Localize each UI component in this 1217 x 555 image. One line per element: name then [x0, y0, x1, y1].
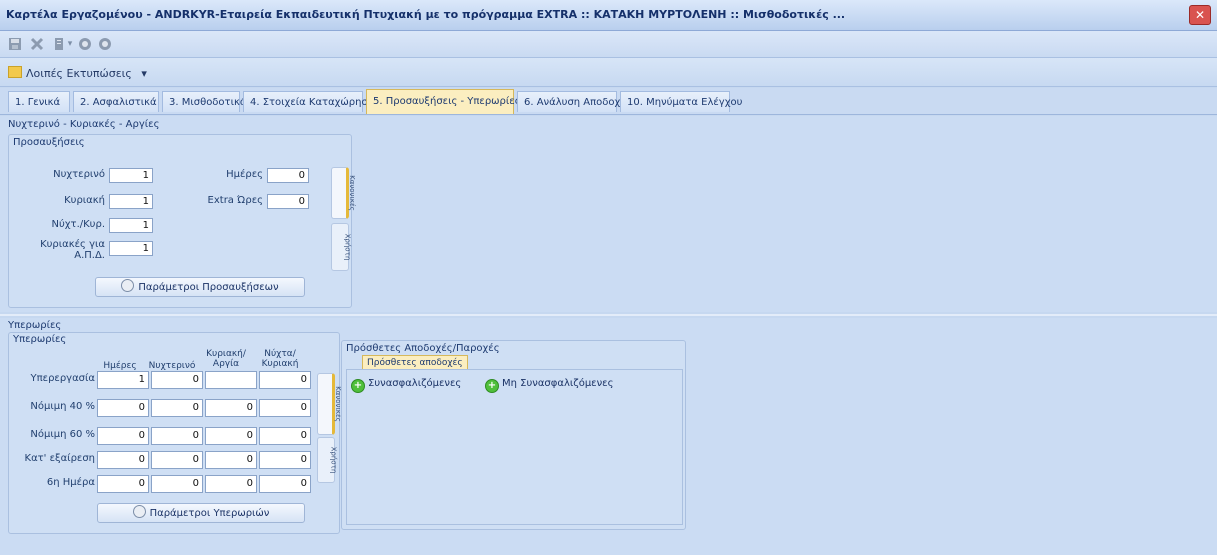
window-title: Καρτέλα Εργαζομένου - ANDRKYR-Εταιρεία Ε… [6, 8, 846, 21]
document-icon[interactable] [52, 37, 66, 51]
days-input[interactable]: 0 [267, 168, 309, 183]
col-days: Ημέρες [103, 361, 137, 371]
extra-hours-input[interactable]: 0 [267, 194, 309, 209]
extra-earnings-group: Πρόσθετες Αποδοχές/Παροχές Πρόσθετες απο… [341, 340, 686, 530]
sundays-apd-input[interactable]: 1 [109, 241, 153, 256]
overtime-cell[interactable]: 0 [205, 451, 257, 469]
surcharges-group-title: Προσαυξήσεις [13, 137, 85, 148]
chevron-down-icon: ▾ [141, 67, 147, 80]
insured-label: Συνασφαλιζόμενες [368, 378, 462, 389]
tab-insurance[interactable]: 2. Ασφαλιστικά [73, 91, 159, 112]
tab-user-label: Χρήστη [343, 233, 352, 261]
tab-regular-vertical[interactable]: Κανονικές [317, 373, 342, 435]
night-section-header: Νυχτερινό - Κυριακές - Αργίες [8, 119, 160, 130]
overtime-cell[interactable]: 1 [97, 371, 149, 389]
extra-earnings-content: + Συνασφαλιζόμενες + Μη Συνασφαλιζόμενες [346, 369, 683, 525]
overtime-cell[interactable]: 0 [205, 399, 257, 417]
tab-check-messages[interactable]: 10. Μηνύματα Ελέγχου [620, 91, 742, 112]
forward-icon[interactable] [98, 37, 112, 51]
overtime-cell[interactable]: 0 [97, 451, 149, 469]
plus-icon: + [351, 379, 365, 393]
non-insured-label: Μη Συνασφαλιζόμενες [502, 378, 614, 389]
extra-earnings-tab[interactable]: Πρόσθετες αποδοχές [362, 355, 468, 370]
overtime-cell[interactable]: 0 [97, 427, 149, 445]
overtime-cell[interactable]: 0 [259, 427, 311, 445]
extra-hours-label: Extra Ώρες [207, 195, 263, 206]
overtime-cell[interactable]: 0 [151, 371, 203, 389]
tab-regular-vertical[interactable]: Κανονικές [331, 167, 356, 219]
tab-registration[interactable]: 4. Στοιχεία Καταχώρησης [243, 91, 380, 112]
col-night: Νυχτερινό [148, 361, 196, 371]
sunday-label: Κυριακή [64, 195, 105, 206]
overtime-section-header: Υπερωρίες [8, 320, 62, 331]
tab-general[interactable]: 1. Γενικά [8, 91, 70, 112]
overtime-cell[interactable]: 0 [259, 371, 311, 389]
night-sunday-label: Νύχτ./Κυρ. [51, 219, 105, 230]
night-label: Νυχτερινό [53, 169, 105, 180]
delete-icon[interactable] [30, 37, 44, 51]
close-button[interactable]: ✕ [1189, 5, 1211, 25]
surcharge-params-label: Παράμετροι Προσαυξήσεων [138, 282, 279, 293]
settings-icon [121, 279, 135, 292]
back-icon[interactable] [78, 37, 92, 51]
overtime-panel: Υπερωρίες Υπερωρίες Ημέρες Νυχτερινό Κυρ… [0, 318, 1217, 555]
overtime-cell[interactable]: 0 [259, 451, 311, 469]
menu-row: Λοιπές Εκτυπώσεις ▾ [0, 58, 1217, 87]
tab-user-label: Χρήστη [329, 446, 338, 474]
section-divider [0, 314, 1217, 316]
extra-earnings-title: Πρόσθετες Αποδοχές/Παροχές [346, 343, 500, 354]
surcharges-group: Προσαυξήσεις Νυχτερινό 1 Κυριακή 1 Νύχτ.… [8, 134, 356, 308]
surcharge-params-button[interactable]: Παράμετροι Προσαυξήσεων [95, 277, 305, 297]
sundays-apd-label-line1: Κυριακές για [40, 239, 105, 250]
overtime-cell[interactable]: 0 [151, 475, 203, 493]
days-label: Ημέρες [226, 169, 263, 180]
night-sunday-input[interactable]: 1 [109, 218, 153, 233]
insured-button[interactable]: + Συνασφαλιζόμενες [351, 378, 461, 393]
col-sunday-holiday: Κυριακή/ Αργία [206, 349, 246, 369]
overtime-cell[interactable]: 0 [259, 399, 311, 417]
tab-earnings-analysis[interactable]: 6. Ανάλυση Αποδοχών [517, 91, 634, 112]
overtime-params-button[interactable]: Παράμετροι Υπερωριών [97, 503, 305, 523]
overtime-group-title: Υπερωρίες [13, 334, 67, 345]
row-label-exceptional: Κατ' εξαίρεση [24, 453, 95, 464]
overtime-cell[interactable]: 0 [205, 427, 257, 445]
sundays-apd-label-line2: Α.Π.Δ. [74, 250, 105, 261]
overtime-group: Υπερωρίες Ημέρες Νυχτερινό Κυριακή/ Αργί… [8, 332, 342, 534]
tab-surcharges-overtime[interactable]: 5. Προσαυξήσεις - Υπερωρίες [366, 89, 521, 114]
col-night-sunday: Νύχτα/ Κυριακή [261, 349, 299, 369]
row-label-sixth-day: 6η Ημέρα [46, 477, 95, 488]
overtime-cell[interactable]: 0 [259, 475, 311, 493]
night-input[interactable]: 1 [109, 168, 153, 183]
toolbar: ▾ [0, 31, 1217, 58]
other-reports-label: Λοιπές Εκτυπώσεις [26, 67, 132, 80]
other-reports-menu[interactable]: Λοιπές Εκτυπώσεις ▾ [8, 66, 147, 80]
overtime-cell[interactable]: 0 [205, 475, 257, 493]
tab-user-vertical[interactable]: Χρήστη [331, 223, 352, 271]
tab-user-vertical[interactable]: Χρήστη [317, 437, 338, 483]
row-label-overwork: Υπερεργασία [30, 373, 95, 384]
night-sunday-panel: Νυχτερινό - Κυριακές - Αργίες Προσαυξήσε… [0, 116, 1217, 312]
tab-regular-label: Κανονικές [347, 175, 356, 211]
overtime-cell[interactable]: 0 [151, 427, 203, 445]
tab-payroll[interactable]: 3. Μισθοδοτικά [162, 91, 246, 112]
title-bar: Καρτέλα Εργαζομένου - ANDRKYR-Εταιρεία Ε… [0, 0, 1217, 31]
save-icon[interactable] [8, 37, 22, 51]
settings-icon [132, 505, 146, 518]
plus-icon: + [485, 379, 499, 393]
folder-icon [8, 66, 22, 78]
dropdown-icon[interactable]: ▾ [66, 37, 74, 51]
overtime-cell[interactable]: 0 [151, 399, 203, 417]
overtime-cell[interactable]: 0 [97, 399, 149, 417]
overtime-params-label: Παράμετροι Υπερωριών [149, 508, 270, 519]
sundays-apd-label: Κυριακές για Α.Π.Δ. [17, 239, 105, 261]
tab-bar: 1. Γενικά 2. Ασφαλιστικά 3. Μισθοδοτικά … [0, 88, 1217, 115]
sunday-input[interactable]: 1 [109, 194, 153, 209]
row-label-legal-40: Νόμιμη 40 % [30, 401, 95, 412]
overtime-cell[interactable]: 0 [97, 475, 149, 493]
non-insured-button[interactable]: + Μη Συνασφαλιζόμενες [485, 378, 613, 393]
row-label-legal-60: Νόμιμη 60 % [30, 429, 95, 440]
overtime-cell[interactable] [205, 371, 257, 389]
overtime-cell[interactable]: 0 [151, 451, 203, 469]
